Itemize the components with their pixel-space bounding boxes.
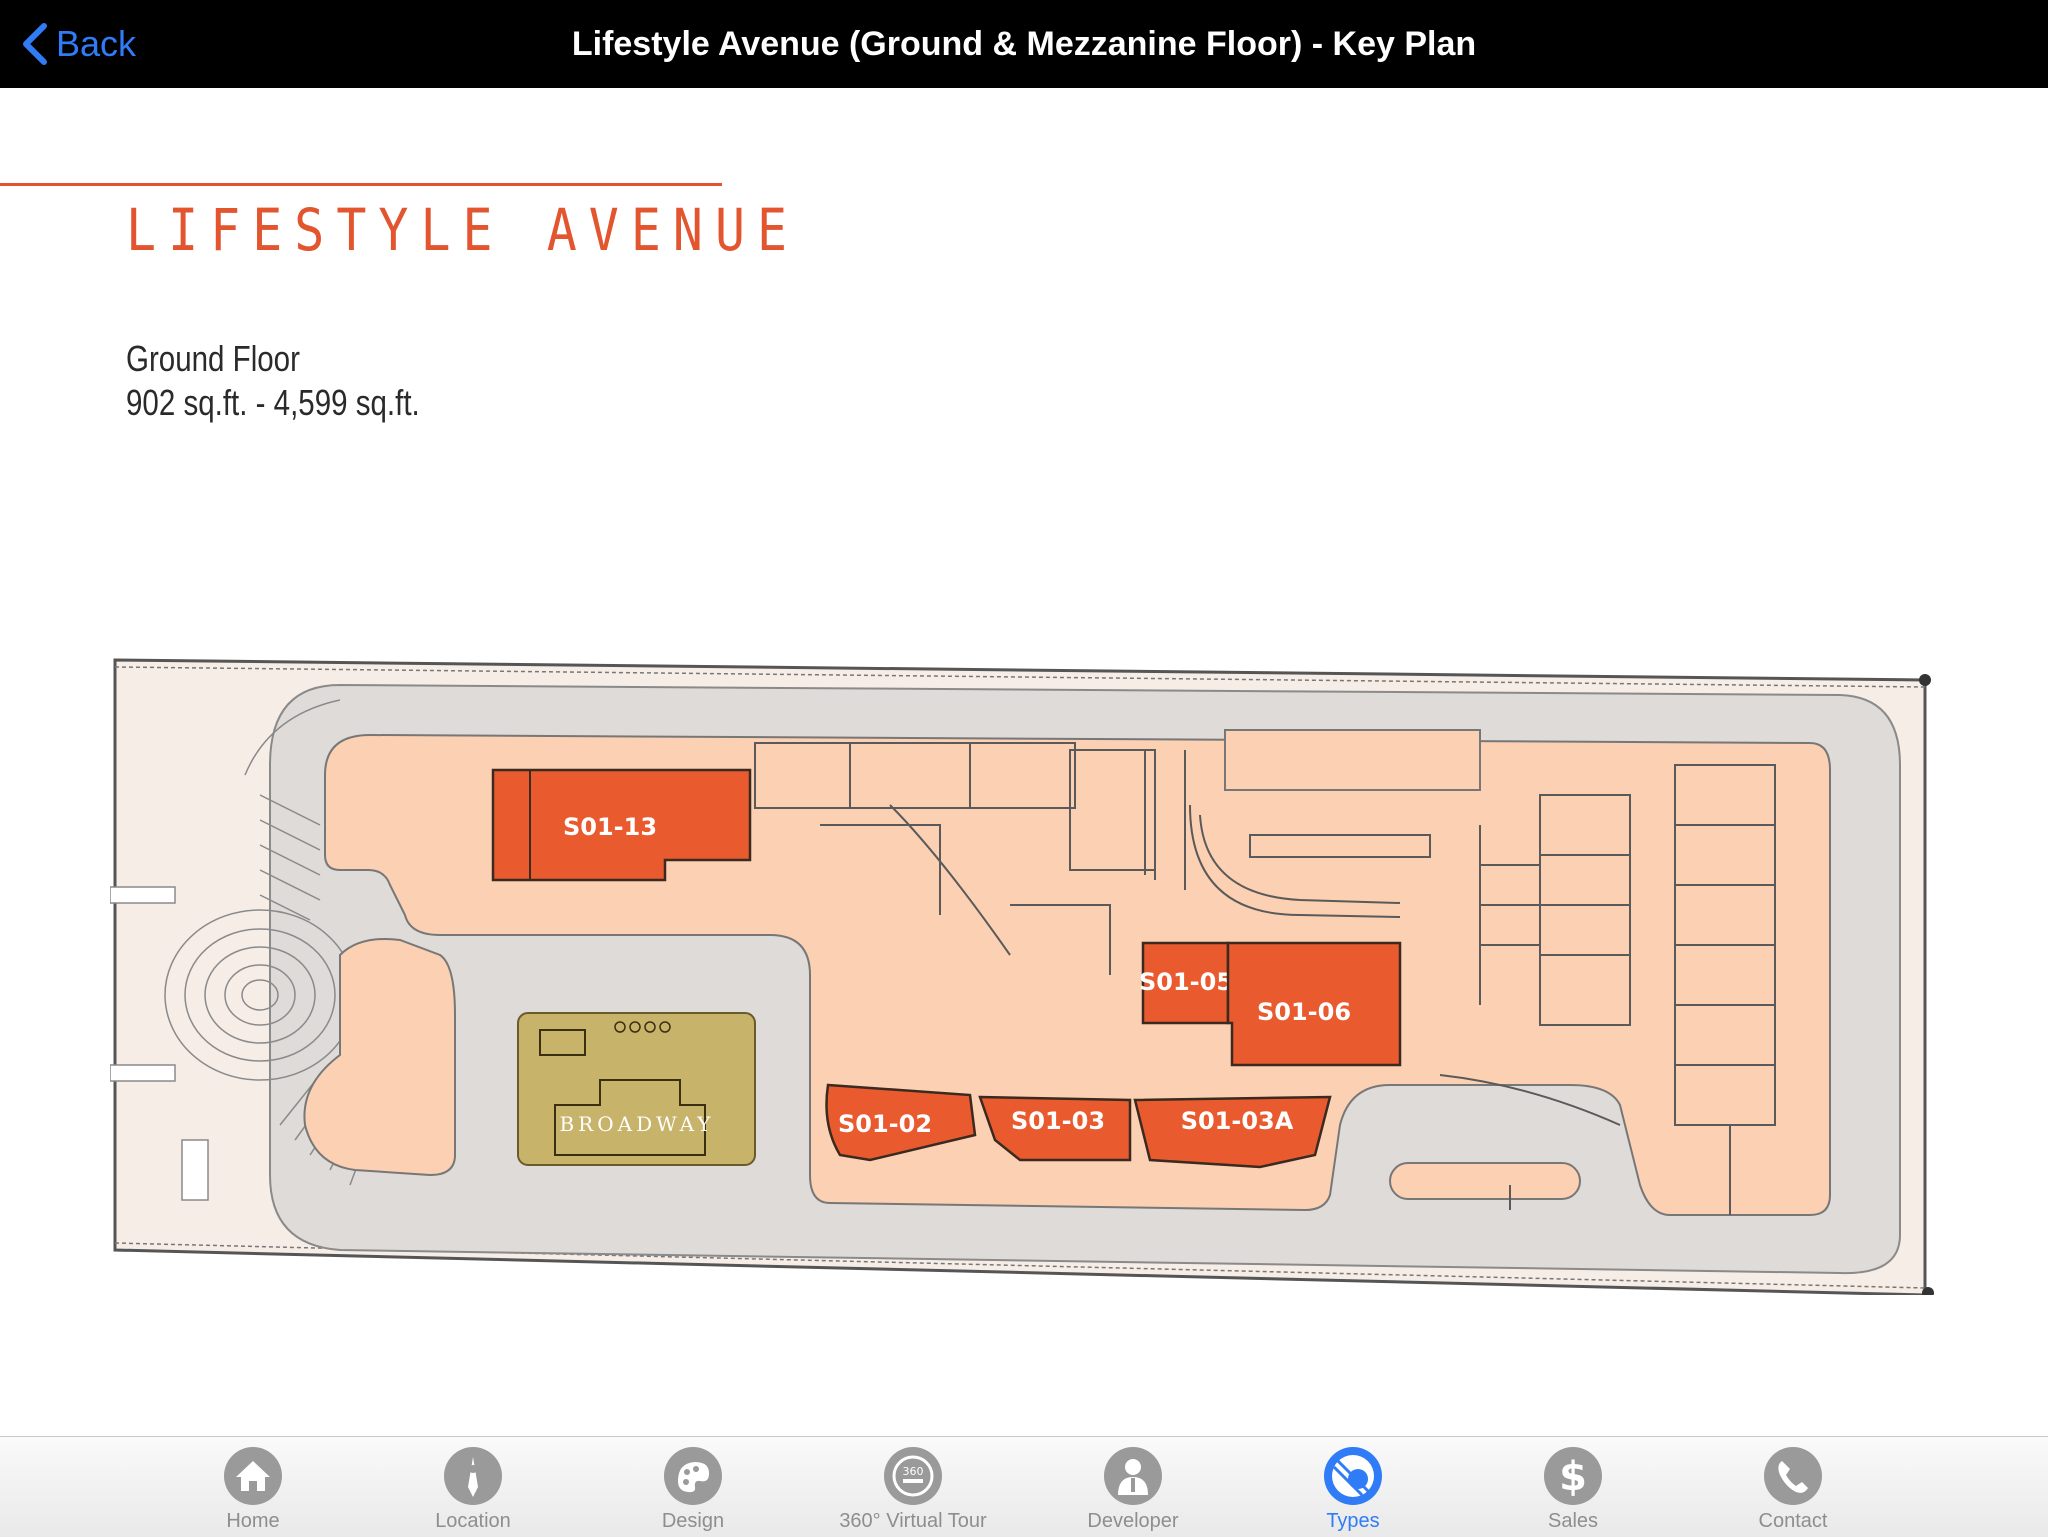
floor-name: Ground Floor (126, 338, 300, 379)
tab-developer[interactable]: Developer (1023, 1437, 1243, 1537)
tab-label-developer: Developer (1087, 1510, 1179, 1532)
back-button[interactable]: Back (20, 18, 136, 70)
svg-text:360: 360 (903, 1465, 924, 1478)
chevron-left-icon (23, 23, 47, 65)
unit-label-s01-03: S01-03 (1011, 1107, 1105, 1135)
tab-label-types: Types (1326, 1510, 1380, 1532)
unit-label-s01-02: S01-02 (838, 1110, 932, 1138)
unit-label-s01-05: S01-05 (1139, 968, 1233, 996)
brand-divider (0, 183, 722, 186)
tab-contact[interactable]: Contact (1683, 1437, 1903, 1537)
sales-icon: $ (1544, 1447, 1602, 1505)
tab-types[interactable]: Types (1243, 1437, 1463, 1537)
tab-design[interactable]: Design (583, 1437, 803, 1537)
unit-s01-06[interactable]: S01-06 (1226, 941, 1402, 1067)
tab-home[interactable]: Home (143, 1437, 363, 1537)
key-plan: S01-13 S01-05 S01-06 S01-02 S01-03 S01-0… (110, 658, 1934, 1295)
unit-label-s01-06: S01-06 (1257, 998, 1351, 1026)
tab-label-sales: Sales (1547, 1510, 1599, 1532)
contact-icon (1764, 1447, 1822, 1505)
virtual-tour-icon: 360 (884, 1447, 942, 1505)
unit-label-s01-03a: S01-03A (1181, 1107, 1294, 1135)
broadway-label: BROADWAY (559, 1112, 714, 1136)
tab-label-design: Design (661, 1510, 725, 1532)
broadway-block: BROADWAY (517, 1012, 756, 1166)
svg-text:$: $ (1559, 1454, 1587, 1500)
unit-label-s01-13: S01-13 (563, 813, 657, 841)
location-icon (444, 1447, 502, 1505)
page-title: Lifestyle Avenue (Ground & Mezzanine Flo… (571, 25, 1477, 63)
types-icon (1324, 1447, 1382, 1505)
floor-size-range: 902 sq.ft. - 4,599 sq.ft. (126, 382, 420, 423)
tab-label-home: Home (226, 1510, 280, 1532)
unit-s01-05[interactable]: S01-05 (1139, 941, 1233, 1025)
back-button-label: Back (56, 23, 137, 64)
tab-label-virtual-tour: 360° Virtual Tour (839, 1510, 987, 1532)
tab-label-contact: Contact (1758, 1510, 1828, 1532)
design-icon (664, 1447, 722, 1505)
tab-location[interactable]: Location (363, 1437, 583, 1537)
tab-bar: Home Location Design 360 360° Virtual To… (0, 1436, 2048, 1537)
home-icon (224, 1447, 282, 1505)
unit-s01-03a[interactable]: S01-03A (1133, 1095, 1332, 1169)
tab-sales[interactable]: $ Sales (1463, 1437, 1683, 1537)
navigation-bar: Lifestyle Avenue (Ground & Mezzanine Flo… (0, 0, 2048, 88)
brand-title: LIFESTYLE AVENUE (126, 196, 800, 264)
developer-icon (1104, 1447, 1162, 1505)
tab-label-location: Location (435, 1510, 511, 1532)
tab-virtual-tour[interactable]: 360 360° Virtual Tour (803, 1437, 1023, 1537)
